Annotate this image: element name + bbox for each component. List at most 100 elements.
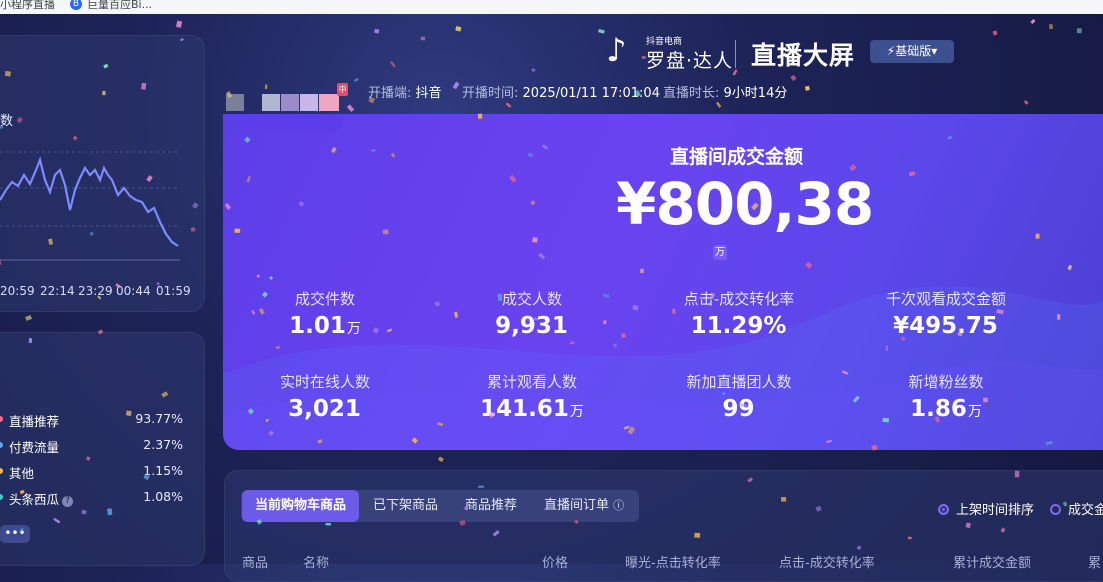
metric-value: 9,931: [495, 313, 568, 339]
column-header: 累计成交金额: [953, 556, 1032, 571]
platform-info: 开播端: 抖音: [368, 86, 442, 101]
gmv-label: 直播间成交金额: [670, 146, 804, 168]
confetti-piece: [1076, 28, 1082, 34]
browser-bookmark-bar: 小程序直播 B 巨量百应Bi...: [0, 0, 1103, 14]
source-name: 付费流量: [9, 440, 60, 455]
douyin-icon: ♪: [606, 31, 627, 69]
column-header: 点击-成交转化率: [779, 556, 875, 571]
trend-line: [0, 156, 179, 247]
confetti-piece: [732, 69, 738, 76]
confetti-piece: [1030, 18, 1036, 24]
help-icon[interactable]: ?: [62, 496, 74, 507]
header-divider: [735, 40, 736, 68]
more-button[interactable]: •••: [0, 525, 30, 543]
metric-value: 1.01万: [289, 313, 361, 339]
confetti-piece: [804, 85, 810, 91]
column-header: 商品: [242, 556, 269, 571]
confetti-piece: [346, 104, 355, 113]
metric-viewers: 累计观看人数 141.61万: [432, 371, 632, 422]
source-pct: 1.08%: [143, 489, 183, 504]
metric-gpm: 千次观看成交金额 ¥495.75: [846, 288, 1046, 339]
tab-removed-products[interactable]: 已下架商品: [373, 490, 438, 522]
column-header: 价格: [542, 556, 569, 571]
trend-label: 数: [0, 114, 14, 129]
metric-value: 141.61万: [480, 396, 584, 422]
anchor-name-blur: [281, 94, 299, 111]
x-tick: 23:29: [78, 284, 113, 298]
metric-followers: 新增粉丝数 1.86万: [846, 371, 1046, 422]
metric-value: 11.29%: [690, 313, 787, 339]
tab-current-cart[interactable]: 当前购物车商品: [242, 490, 360, 522]
anchor-tag: 中: [337, 83, 348, 96]
metric-label: 点击-成交转化率: [683, 290, 795, 308]
metric-buyers: 成交人数 9,931: [432, 288, 632, 339]
source-pct: 1.15%: [143, 463, 183, 478]
metric-online: 实时在线人数 3,021: [225, 371, 425, 422]
traffic-source-row: 头条西瓜? 1.08%: [0, 488, 190, 508]
confetti-piece: [374, 28, 380, 34]
radio-icon: [1050, 504, 1061, 515]
confetti-piece: [598, 28, 605, 34]
column-header: 累: [1088, 556, 1102, 571]
confetti-piece: [716, 101, 722, 108]
metric-value: ¥495.75: [893, 313, 998, 339]
confetti-piece: [531, 68, 536, 73]
metric-label: 千次观看成交金额: [885, 290, 1006, 308]
metric-label: 成交人数: [501, 290, 562, 308]
confetti-piece: [25, 314, 32, 321]
metric-label: 实时在线人数: [279, 373, 370, 391]
source-pct: 93.77%: [135, 411, 183, 426]
legend-dot: [0, 468, 3, 474]
anchor-name-blur: [300, 94, 318, 111]
confetti-piece: [420, 36, 426, 41]
legend-dot: [0, 442, 3, 448]
metric-fanclub: 新加直播团人数 99: [639, 371, 839, 422]
confetti-piece: [353, 77, 359, 83]
metric-label: 新加直播团人数: [686, 373, 792, 391]
bookmark-baiying[interactable]: 巨量百应Bi...: [87, 0, 152, 12]
gmv-unit: 万: [713, 245, 727, 260]
traffic-source-row: 直播推荐 93.77%: [0, 410, 190, 430]
confetti-piece: [455, 26, 462, 32]
duration-info: 直播时长: 9小时14分: [663, 86, 788, 101]
x-tick: 01:59: [156, 284, 191, 298]
tab-orders[interactable]: 直播间订单 ⓘ: [544, 490, 624, 522]
bookmark-miniapp-live[interactable]: 小程序直播: [0, 0, 55, 12]
brand-name: 罗盘·达人: [646, 50, 734, 72]
confetti-piece: [790, 74, 797, 82]
source-name: 头条西瓜?: [9, 489, 74, 508]
column-header: 名称: [303, 556, 330, 571]
metric-label: 成交件数: [294, 290, 355, 308]
x-tick: 00:44: [116, 284, 151, 298]
source-name: 直播推荐: [9, 414, 60, 429]
sort-by-time[interactable]: 上架时间排序: [938, 499, 1034, 518]
anchor-name-blur: [262, 94, 280, 111]
metric-label: 累计观看人数: [486, 373, 577, 391]
confetti-piece: [992, 30, 998, 36]
anchor-name-blur: [319, 94, 339, 111]
trend-chart: [0, 151, 180, 261]
x-tick: 22:14: [40, 284, 75, 298]
tab-recommended[interactable]: 商品推荐: [465, 490, 517, 522]
metric-value: 1.86万: [910, 396, 982, 422]
confetti-piece: [1049, 24, 1054, 30]
confetti-piece: [505, 102, 512, 108]
gmv-value: ¥800,38: [616, 170, 874, 238]
traffic-source-row: 付费流量 2.37%: [0, 436, 190, 456]
sort-by-gmv[interactable]: 成交金: [1050, 499, 1103, 518]
confetti-piece: [390, 60, 396, 68]
metric-label: 新增粉丝数: [908, 373, 984, 391]
confetti-piece: [175, 20, 183, 28]
traffic-source-row: 其他 1.15%: [0, 462, 190, 482]
column-header: 曝光-点击转化率: [625, 556, 721, 571]
x-tick: 20:59: [0, 284, 35, 298]
page-title: 直播大屏: [751, 41, 856, 70]
confetti-piece: [452, 81, 460, 90]
metric-value: 3,021: [288, 396, 361, 422]
metric-orders: 成交件数 1.01万: [225, 288, 425, 339]
legend-dot: [0, 416, 3, 422]
version-dropdown[interactable]: ⚡基础版▾: [870, 40, 954, 63]
confetti-piece: [437, 456, 444, 463]
source-name: 其他: [9, 466, 35, 481]
anchor-avatar: [226, 94, 244, 111]
